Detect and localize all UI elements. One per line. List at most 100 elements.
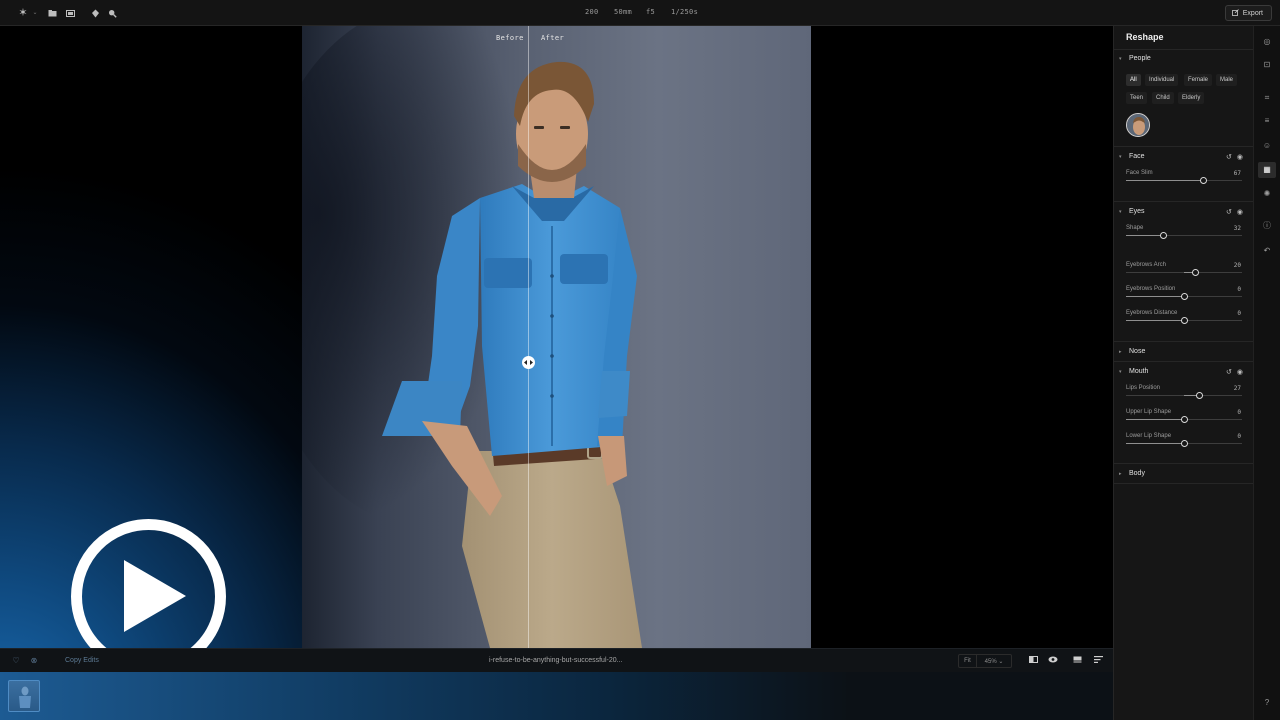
eyebrows-arch-value[interactable]: 20 (1234, 262, 1241, 269)
folder-icon[interactable] (45, 6, 59, 20)
eyebrows-arch-slider[interactable] (1126, 269, 1242, 276)
export-icon (1231, 8, 1239, 18)
upper-lip-shape-value[interactable]: 0 (1237, 409, 1241, 416)
face-slim-value[interactable]: 67 (1234, 170, 1241, 177)
eyes-tools: ↺ ◉ (1226, 208, 1243, 216)
library-icon[interactable] (63, 6, 77, 20)
reshape-icon[interactable]: ▦ (1261, 164, 1273, 176)
eye-icon[interactable]: ◉ (1237, 208, 1243, 216)
section-body[interactable]: ▸ Body (1119, 470, 1145, 477)
section-eyes[interactable]: ▾ Eyes (1119, 208, 1145, 215)
lips-position-slider[interactable] (1126, 392, 1242, 399)
eyebrows-distance-label: Eyebrows Distance (1126, 310, 1178, 316)
eye-icon[interactable] (1047, 655, 1059, 667)
eyebrows-position-slider-knob[interactable] (1180, 293, 1188, 300)
eyebrows-distance-value[interactable]: 0 (1237, 310, 1241, 317)
ai-select-icon[interactable]: ⊡ (1261, 59, 1273, 71)
exif-iso: 200 (585, 8, 599, 16)
section-body-title: Body (1129, 470, 1145, 477)
reset-icon[interactable]: ↺ (1226, 153, 1232, 161)
face-slim-slider[interactable] (1126, 177, 1242, 184)
section-mouth-title: Mouth (1129, 368, 1149, 375)
portrait-icon[interactable]: ☺ (1261, 140, 1273, 152)
image-canvas[interactable]: Before After (0, 26, 1113, 648)
section-mouth[interactable]: ▾ Mouth (1119, 368, 1148, 375)
presets-icon[interactable]: ◎ (1261, 36, 1273, 48)
lips-position-label: Lips Position (1126, 385, 1161, 391)
help-icon[interactable]: ? (1261, 697, 1273, 709)
lower-lip-shape-slider[interactable] (1126, 440, 1242, 447)
chevron-down-icon: ▾ (1119, 368, 1122, 375)
divider (1114, 146, 1254, 147)
tool-strip: ◎ ⊡ ⌗ ≡ ☺ ▦ ✺ ⓘ ↶ ? (1253, 26, 1280, 720)
eyebrows-arch-slider-knob[interactable] (1192, 269, 1200, 276)
compare-view-icon[interactable] (1027, 655, 1039, 667)
eye-icon[interactable]: ◉ (1237, 153, 1243, 161)
lower-lip-shape-slider-knob[interactable] (1180, 440, 1188, 447)
effects-icon[interactable]: ✺ (1261, 188, 1273, 200)
after-label: After (541, 34, 565, 42)
adjust-sliders-icon[interactable]: ≡ (1261, 115, 1273, 127)
reset-icon[interactable]: ↺ (1226, 208, 1232, 216)
divider (1114, 341, 1254, 342)
upper-lip-shape-label: Upper Lip Shape (1126, 409, 1172, 415)
filmstrip-icon[interactable] (1071, 655, 1083, 667)
chevron-right-icon: ▸ (1119, 470, 1122, 477)
section-nose[interactable]: ▸ Nose (1119, 348, 1145, 355)
shape-slider[interactable] (1126, 232, 1242, 239)
chevron-right-icon: ▸ (1119, 348, 1122, 355)
filmstrip-thumbnail[interactable] (8, 680, 40, 712)
filmstrip (0, 672, 1113, 720)
face-slim-slider-knob[interactable] (1200, 177, 1208, 184)
face-slim-slider-fill (1126, 180, 1204, 181)
lips-position-slider-knob[interactable] (1196, 392, 1204, 399)
eyebrows-distance-slider[interactable] (1126, 317, 1242, 324)
compare-slider-handle[interactable] (522, 356, 535, 369)
info-icon[interactable]: ⓘ (1261, 220, 1273, 232)
reshape-panel: Reshape ▾ People All Individual Female M… (1113, 26, 1254, 720)
eyebrows-distance-slider-knob[interactable] (1180, 317, 1188, 324)
chip-female[interactable]: Female (1184, 74, 1213, 86)
section-nose-title: Nose (1129, 348, 1146, 355)
compare-divider-line[interactable] (528, 26, 529, 648)
zoom-level-dropdown[interactable]: 45% ⌄ (977, 658, 1011, 665)
copy-edits-button[interactable]: Copy Edits (65, 657, 99, 664)
file-name: i-refuse-to-be-anything-but-successful-2… (489, 657, 623, 664)
sort-icon[interactable] (1092, 655, 1104, 667)
section-face-title: Face (1129, 153, 1145, 160)
reject-icon[interactable]: ⊗ (28, 655, 40, 667)
fit-button[interactable]: Fit (959, 655, 977, 667)
divider (1114, 201, 1254, 202)
filmstrip-glow (0, 672, 850, 720)
chip-individual[interactable]: Individual (1145, 74, 1179, 86)
eyebrows-position-value[interactable]: 0 (1237, 286, 1241, 293)
face-thumbnail (1127, 114, 1149, 136)
upper-lip-shape-slider[interactable] (1126, 416, 1242, 423)
crop-icon[interactable]: ⌗ (1261, 92, 1273, 104)
eye-icon[interactable]: ◉ (1237, 368, 1243, 376)
shape-value[interactable]: 32 (1234, 225, 1241, 232)
reset-icon[interactable]: ↺ (1226, 368, 1232, 376)
lips-position-value[interactable]: 27 (1234, 385, 1241, 392)
pen-tool-icon[interactable] (88, 6, 102, 20)
photo-preview[interactable] (302, 26, 811, 648)
upper-lip-shape-slider-knob[interactable] (1180, 416, 1188, 423)
section-people-title: People (1129, 55, 1151, 62)
zoom-icon[interactable] (105, 6, 119, 20)
history-icon[interactable]: ↶ (1261, 245, 1273, 257)
shape-slider-knob[interactable] (1159, 232, 1167, 239)
section-face[interactable]: ▾ Face (1119, 153, 1145, 160)
chip-all[interactable]: All (1126, 74, 1141, 86)
chip-child[interactable]: Child (1152, 92, 1174, 104)
section-people[interactable]: ▾ People (1119, 55, 1151, 62)
lower-lip-shape-value[interactable]: 0 (1237, 433, 1241, 440)
export-button[interactable]: Export (1224, 5, 1272, 21)
heart-icon[interactable]: ♡ (10, 655, 22, 667)
chip-elderly[interactable]: Elderly (1178, 92, 1205, 104)
chip-male[interactable]: Male (1216, 74, 1238, 86)
chevron-down-icon[interactable]: ⌄ (28, 6, 42, 20)
eyebrows-position-slider[interactable] (1126, 293, 1242, 300)
chip-teen[interactable]: Teen (1126, 92, 1148, 104)
detected-face-avatar[interactable] (1126, 113, 1150, 137)
chevron-down-icon: ▾ (1119, 153, 1122, 160)
